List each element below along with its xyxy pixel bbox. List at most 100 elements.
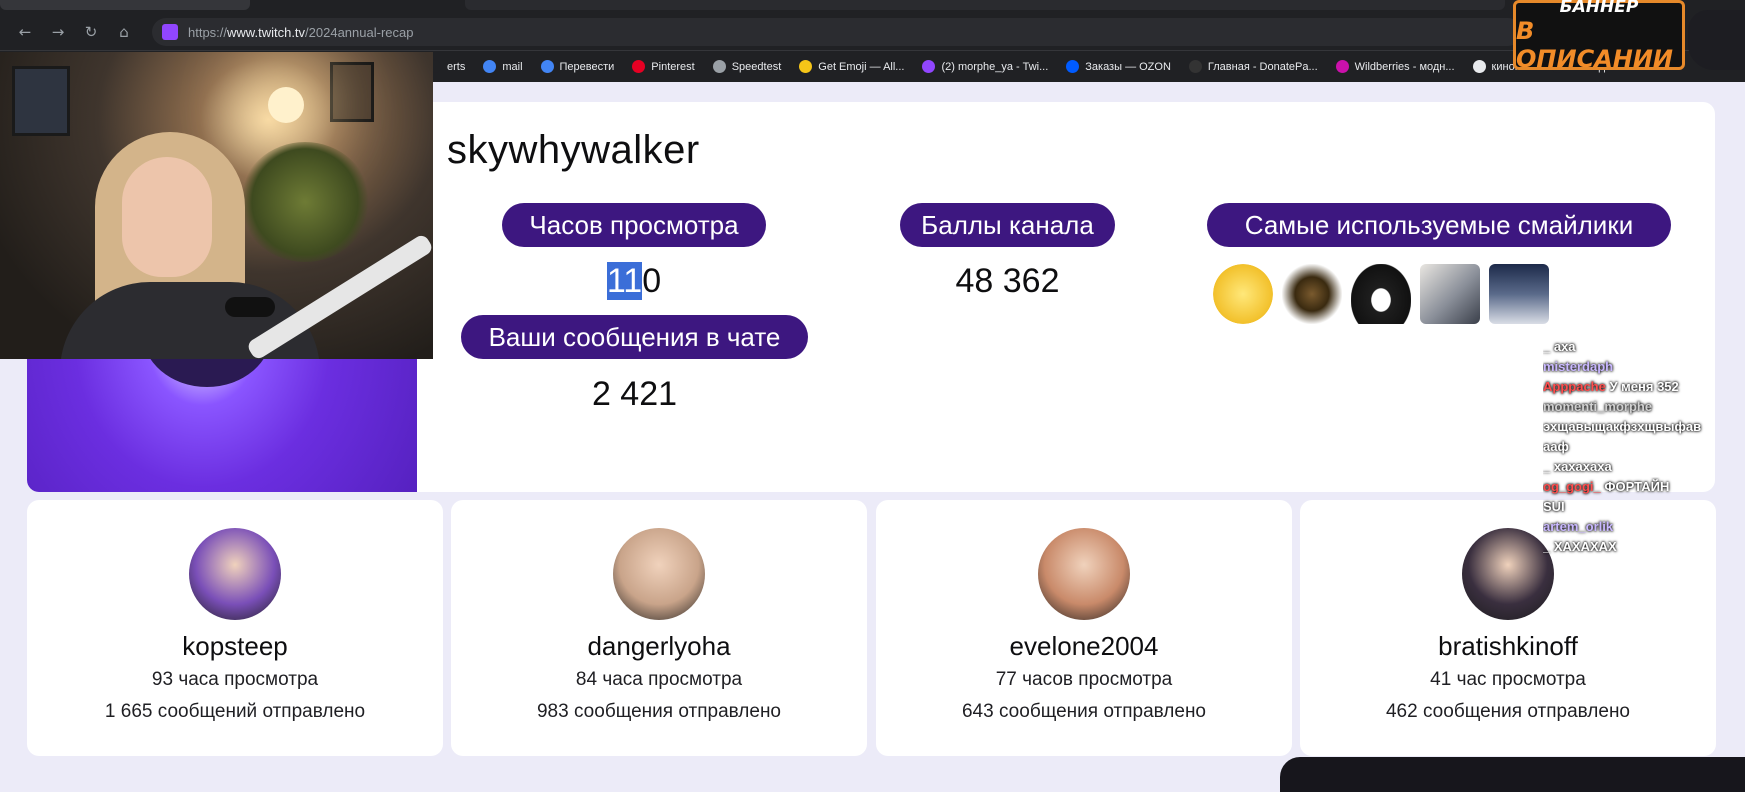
bookmark-item[interactable]: Pinterest: [632, 60, 695, 73]
chat-message: Apppache У меня 352: [1543, 377, 1745, 397]
chat-text: _ аха: [1543, 339, 1576, 354]
chat-username[interactable]: artem_orlik: [1543, 519, 1613, 534]
friend-avatar: [613, 528, 705, 620]
bookmark-icon: [922, 60, 936, 73]
penguin-emote: [1351, 264, 1411, 324]
url-field[interactable]: https://www.twitch.tv/2024annual-recap: [152, 18, 1522, 46]
bookmark-label: Главная - DonatePa...: [1207, 60, 1318, 73]
chat-text: _ ХАХАХАХ: [1543, 539, 1617, 554]
reload-icon[interactable]: ↻: [78, 19, 104, 45]
chat-text: эхщавыщакфзхщвыфав: [1543, 419, 1702, 434]
wall-picture: [12, 66, 70, 136]
chat-text: ФОРТАЙН: [1604, 479, 1670, 494]
friend-card[interactable]: dangerlyoha 84 часа просмотра 983 сообщени…: [451, 500, 867, 756]
recap-username: skywhywalker: [447, 128, 700, 172]
friend-messages-sent: 643 сообщения отправлено: [961, 701, 1207, 722]
dancing-cat-emote: [1282, 264, 1342, 324]
bookmark-label: mail: [502, 60, 523, 73]
selected-text: 11: [606, 262, 643, 300]
browser-tab[interactable]: [465, 0, 1505, 10]
channel-points-label: Баллы канала: [900, 203, 1115, 247]
friend-name: dangerlyoha: [587, 631, 731, 661]
bookmark-label: Pinterest: [651, 60, 695, 73]
hand-emote: [1420, 264, 1480, 324]
friend-name: kopsteep: [182, 631, 288, 661]
bookmark-icon: [799, 60, 813, 73]
chat-message: эхщавыщакфзхщвыфав: [1543, 417, 1745, 437]
bookmark-label: Перевести: [559, 60, 615, 73]
chat-message: SUI: [1543, 497, 1745, 517]
friend-name: bratishkinoff: [1438, 631, 1578, 661]
bookmark-item[interactable]: (2) morphe_ya - Twi...: [922, 60, 1048, 73]
friend-watch-hours: 41 час просмотра: [1430, 669, 1586, 690]
friend-avatar: [1038, 528, 1130, 620]
bookmark-item[interactable]: Speedtest: [712, 60, 782, 73]
chat-message: og_gogi_ ФОРТАЙН: [1543, 477, 1745, 497]
friend-watch-hours: 77 часов просмотра: [995, 669, 1173, 690]
bookmark-icon: [632, 60, 646, 73]
friend-messages-sent: 1 665 сообщений отправлено: [104, 701, 366, 722]
chat-text: У меня 352: [1609, 379, 1679, 394]
bookmark-label: Заказы — OZON: [1085, 60, 1171, 73]
bookmark-icon: [1066, 60, 1080, 73]
lamp-light: [268, 87, 304, 123]
watch-hours-label: Часов просмотра: [502, 203, 766, 247]
watch-hours-value: 110: [606, 262, 662, 300]
friend-watch-hours: 84 часа просмотра: [575, 669, 743, 690]
bookmark-item[interactable]: Wildberries - модн...: [1335, 60, 1455, 73]
friend-card[interactable]: evelone2004 77 часов просмотра 643 сообщен…: [876, 500, 1292, 756]
bookmark-item[interactable]: mail: [483, 60, 523, 73]
chat-username[interactable]: momenti_morphe: [1543, 399, 1652, 414]
bookmark-item[interactable]: erts: [428, 60, 465, 73]
friend-name: evelone2004: [1009, 631, 1159, 661]
chat-username[interactable]: Apppache: [1543, 379, 1606, 394]
stream-banner: БАННЕР В ОПИСАНИИ: [1513, 0, 1685, 73]
bookmark-icon: [1472, 60, 1486, 73]
laughing-face-emote: [1213, 264, 1273, 324]
bookmark-item[interactable]: Перевести: [540, 60, 615, 73]
chat-text: SUI: [1543, 499, 1565, 514]
bookmark-label: Get Emoji — All...: [818, 60, 905, 73]
chat-message: artem_orlik: [1543, 517, 1745, 537]
chat-messages-value: 2 421: [591, 375, 678, 413]
top-emotes-label: Самые используемые смайлики: [1207, 203, 1671, 247]
wall-picture: [330, 62, 374, 122]
bookmark-item[interactable]: Главная - DonatePa...: [1188, 60, 1318, 73]
streamer-webcam: [0, 52, 433, 359]
anime-character-emote: [1489, 264, 1549, 324]
bookmark-label: erts: [447, 60, 466, 73]
chat-text: ааф: [1543, 439, 1569, 454]
back-icon[interactable]: ←: [12, 19, 38, 45]
chat-message: misterdaph: [1543, 357, 1745, 377]
friend-messages-sent: 462 сообщения отправлено: [1385, 701, 1631, 722]
bookmark-icon: [712, 60, 726, 73]
bookmark-icon: [1188, 60, 1202, 73]
bookmark-label: Wildberries - модн...: [1354, 60, 1455, 73]
bookmark-item[interactable]: Get Emoji — All...: [799, 60, 904, 73]
chat-text: _ хахахаха: [1543, 459, 1612, 474]
address-bar: ← → ↻ ⌂ https://www.twitch.tv/2024annual…: [0, 14, 1745, 50]
channel-points-value: 48 362: [955, 262, 1060, 300]
url-text: https://www.twitch.tv/2024annual-recap: [188, 24, 414, 40]
bookmark-item[interactable]: Заказы — OZON: [1066, 60, 1171, 73]
bookmark-icon: [483, 60, 497, 73]
bookmark-label: Speedtest: [731, 60, 782, 73]
bookmark-icon: [1335, 60, 1349, 73]
chat-username[interactable]: og_gogi_: [1543, 479, 1601, 494]
twitch-site-icon: [162, 24, 178, 40]
friend-avatar: [189, 528, 281, 620]
chat-username[interactable]: misterdaph: [1543, 359, 1613, 374]
forward-icon[interactable]: →: [45, 19, 71, 45]
home-icon[interactable]: ⌂: [111, 19, 137, 45]
chat-message: _ аха: [1543, 337, 1745, 357]
bookmark-label: (2) morphe_ya - Twi...: [941, 60, 1049, 73]
chat-messages-label: Ваши сообщения в чате: [461, 315, 808, 359]
browser-tab-strip: [0, 0, 1745, 14]
friend-watch-hours: 93 часа просмотра: [151, 669, 319, 690]
gamepad-graphic: [1688, 10, 1745, 70]
friend-card[interactable]: kopsteep 93 часа просмотра 1 665 сообщений…: [27, 500, 443, 756]
streamer-face: [122, 157, 212, 277]
browser-tab[interactable]: [0, 0, 250, 10]
chat-message: _ ХАХАХАХ: [1543, 537, 1745, 557]
plant: [240, 142, 370, 262]
